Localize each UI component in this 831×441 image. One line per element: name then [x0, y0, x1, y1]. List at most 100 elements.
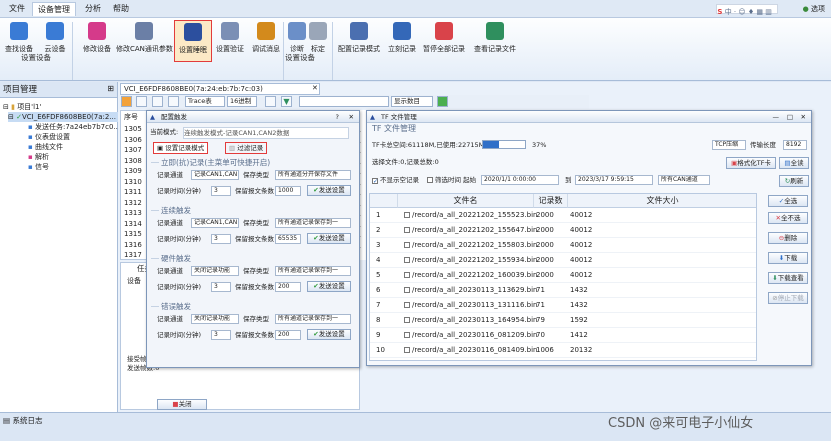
confirm-icon[interactable] [437, 96, 448, 107]
tf-action-button-1[interactable]: ✓全选 [768, 195, 808, 207]
clear-icon[interactable] [168, 96, 179, 107]
channel-select[interactable]: 记录CAN1,CAN [191, 170, 239, 180]
ribbon-button-12[interactable]: 查看记录文件 [472, 20, 518, 62]
row-checkbox[interactable] [404, 227, 410, 233]
hide-empty-checkbox[interactable]: 不显示空记录 [372, 175, 419, 185]
row-checkbox[interactable] [404, 242, 410, 248]
channel-select[interactable]: 记录CAN1,CAN [191, 218, 239, 228]
channel-filter-select[interactable]: 所有CAN通道 [658, 175, 710, 185]
send-settings-button[interactable]: ✔发送设置 [307, 185, 351, 196]
table-row[interactable]: 6/record/a_all_20230113_113629.bin 71 1432 [370, 283, 756, 298]
table-row[interactable]: 3/record/a_all_20221202_155803.bin 2000 40… [370, 238, 756, 253]
options-label[interactable]: 选项 [811, 5, 825, 13]
tf-action-button-3[interactable]: ⊖删除 [768, 232, 808, 244]
tab-filter-record[interactable]: ▥ 过滤记录 [225, 142, 268, 154]
ribbon-button-11[interactable]: 暂停全部记录 [421, 20, 467, 62]
close-button[interactable]: ■关闭 [157, 399, 207, 410]
end-time-input[interactable]: 2023/3/17 9:59:15 [575, 175, 653, 185]
menu-file[interactable]: 文件 [4, 2, 30, 16]
tree-item-signal[interactable]: ▪ 信号 [28, 162, 49, 172]
record-time-input[interactable]: 3 [211, 330, 231, 340]
start-time-input[interactable]: 2020/1/1 0:00:00 [481, 175, 559, 185]
tf-action-button-6[interactable]: ⊘停止下载 [768, 292, 808, 304]
row-checkbox[interactable] [404, 212, 410, 218]
tf-action-button-2[interactable]: ✕全不选 [768, 212, 808, 224]
minimize-icon[interactable]: — [773, 111, 780, 123]
filter-time-checkbox[interactable]: 筛选时间 起始 [427, 175, 476, 185]
options-gear-icon[interactable]: ● [803, 5, 809, 13]
expand-icon[interactable]: ⊟ [3, 103, 11, 111]
menu-analyze[interactable]: 分析 [80, 2, 106, 16]
save-type-select[interactable]: 所有通道记录保存到一 [275, 266, 351, 276]
row-checkbox[interactable] [404, 347, 410, 353]
tf-action-button-0[interactable]: ▣格式化TF卡 [726, 157, 776, 169]
pause-icon[interactable] [265, 96, 276, 107]
trace-select[interactable]: Trace表 [185, 96, 225, 107]
channel-select[interactable]: 关闭记录功能 [191, 314, 239, 324]
table-row[interactable]: 11/record/a_all_20230116_081750.bin1840 3… [370, 358, 756, 360]
keep-count-input[interactable]: 1000 [275, 186, 301, 196]
tree-item-parse[interactable]: ▪ 解析 [28, 152, 49, 162]
table-row[interactable]: 9/record/a_all_20230116_081209.bin 70 1412 [370, 328, 756, 343]
table-row[interactable]: 1/record/a_all_20221202_155523.bin 2000 40… [370, 208, 756, 223]
protocol-select[interactable]: TCP压缩 [712, 140, 746, 150]
table-row[interactable]: 7/record/a_all_20230113_131116.bin 71 1432 [370, 298, 756, 313]
table-row[interactable]: 10/record/a_all_20230116_081409.bin 1006 2… [370, 343, 756, 358]
help-icon[interactable]: ? [336, 111, 339, 123]
row-checkbox[interactable] [404, 272, 410, 278]
tf-action-button-5[interactable]: ⬇下载查看 [768, 272, 808, 284]
play-icon[interactable] [121, 96, 132, 107]
tree-item-project[interactable]: ⊟ ▮ 项目'l1' [3, 102, 41, 112]
keep-count-input[interactable]: 65535 [275, 234, 301, 244]
read-all-button[interactable]: ▤全读 [779, 157, 809, 169]
filter-icon[interactable]: ▼ [281, 96, 292, 107]
send-settings-button[interactable]: ✔发送设置 [307, 233, 351, 244]
stop-icon[interactable] [136, 96, 147, 107]
record-time-input[interactable]: 3 [211, 234, 231, 244]
save-type-select[interactable]: 所有通道分开保存文件 [275, 170, 351, 180]
system-log-tab[interactable]: ▤ 系统日志 [3, 415, 42, 426]
pin-icon[interactable]: ⊞ [107, 84, 114, 93]
column-header[interactable] [370, 194, 398, 208]
expand-icon[interactable]: ⊟ [8, 113, 16, 121]
column-header[interactable]: 记录数 [534, 194, 568, 208]
send-settings-button[interactable]: ✔发送设置 [307, 329, 351, 340]
dialog-close-icon[interactable]: ✕ [801, 111, 806, 123]
tf-action-button-4[interactable]: ⬇下载 [768, 252, 808, 264]
column-header[interactable]: 文件大小 [568, 194, 756, 208]
ribbon-button-4[interactable]: 设置睡眠 [174, 20, 212, 62]
maximize-icon[interactable]: □ [787, 111, 793, 123]
tree-item-device[interactable]: ⊟ ✓VCI_E6FDF8608BE0(7a:2... [8, 112, 118, 122]
ribbon-button-3[interactable]: 修改CAN通讯参数 [116, 20, 173, 62]
row-checkbox[interactable] [404, 332, 410, 338]
save-type-select[interactable]: 所有通道记录保存到一 [275, 314, 351, 324]
tree-item-curve[interactable]: ▪ 曲线文件 [28, 142, 63, 152]
table-row[interactable]: 4/record/a_all_20221202_155934.bin 2000 40… [370, 253, 756, 268]
channel-select[interactable]: 关闭记录功能 [191, 266, 239, 276]
table-row[interactable]: 5/record/a_all_20221202_160039.bin 2000 40… [370, 268, 756, 283]
doc-tab-close-icon[interactable]: ✕ [312, 84, 318, 92]
row-checkbox[interactable] [404, 302, 410, 308]
table-row[interactable]: 2/record/a_all_20221202_155647.bin 2000 40… [370, 223, 756, 238]
ribbon-button-10[interactable]: 立刻记录 [386, 20, 418, 62]
device-doc-tab[interactable]: VCI_E6FDF8608BE0(7a:24:eb:7b:7c:03) [120, 83, 320, 95]
transfer-length-select[interactable]: 8192 [783, 140, 807, 150]
refresh-button[interactable]: ↻刷新 [779, 175, 809, 187]
ime-toolbar-icon[interactable]: S 中 · ☺ ♦ ▦ ▥ [716, 4, 779, 16]
tree-item-dashboard[interactable]: ▪ 仪表盘设置 [28, 132, 70, 142]
hex-select[interactable]: 16进制 [227, 96, 257, 107]
send-settings-button[interactable]: ✔发送设置 [307, 281, 351, 292]
row-checkbox[interactable] [404, 317, 410, 323]
row-checkbox[interactable] [404, 257, 410, 263]
save-type-select[interactable]: 所有通道记录保存到一 [275, 218, 351, 228]
menu-help[interactable]: 帮助 [108, 2, 134, 16]
menu-device-manage[interactable]: 设备管理 [32, 2, 76, 16]
tab-set-record-mode[interactable]: ▣ 设置记录模式 [153, 142, 209, 154]
keep-count-input[interactable]: 200 [275, 330, 301, 340]
dialog-close-icon[interactable]: ✕ [349, 111, 354, 123]
row-checkbox[interactable] [404, 287, 410, 293]
record-icon[interactable] [152, 96, 163, 107]
show-count-button[interactable]: 显示数目 [391, 96, 433, 107]
filter-input[interactable] [299, 96, 389, 107]
record-time-input[interactable]: 3 [211, 186, 231, 196]
